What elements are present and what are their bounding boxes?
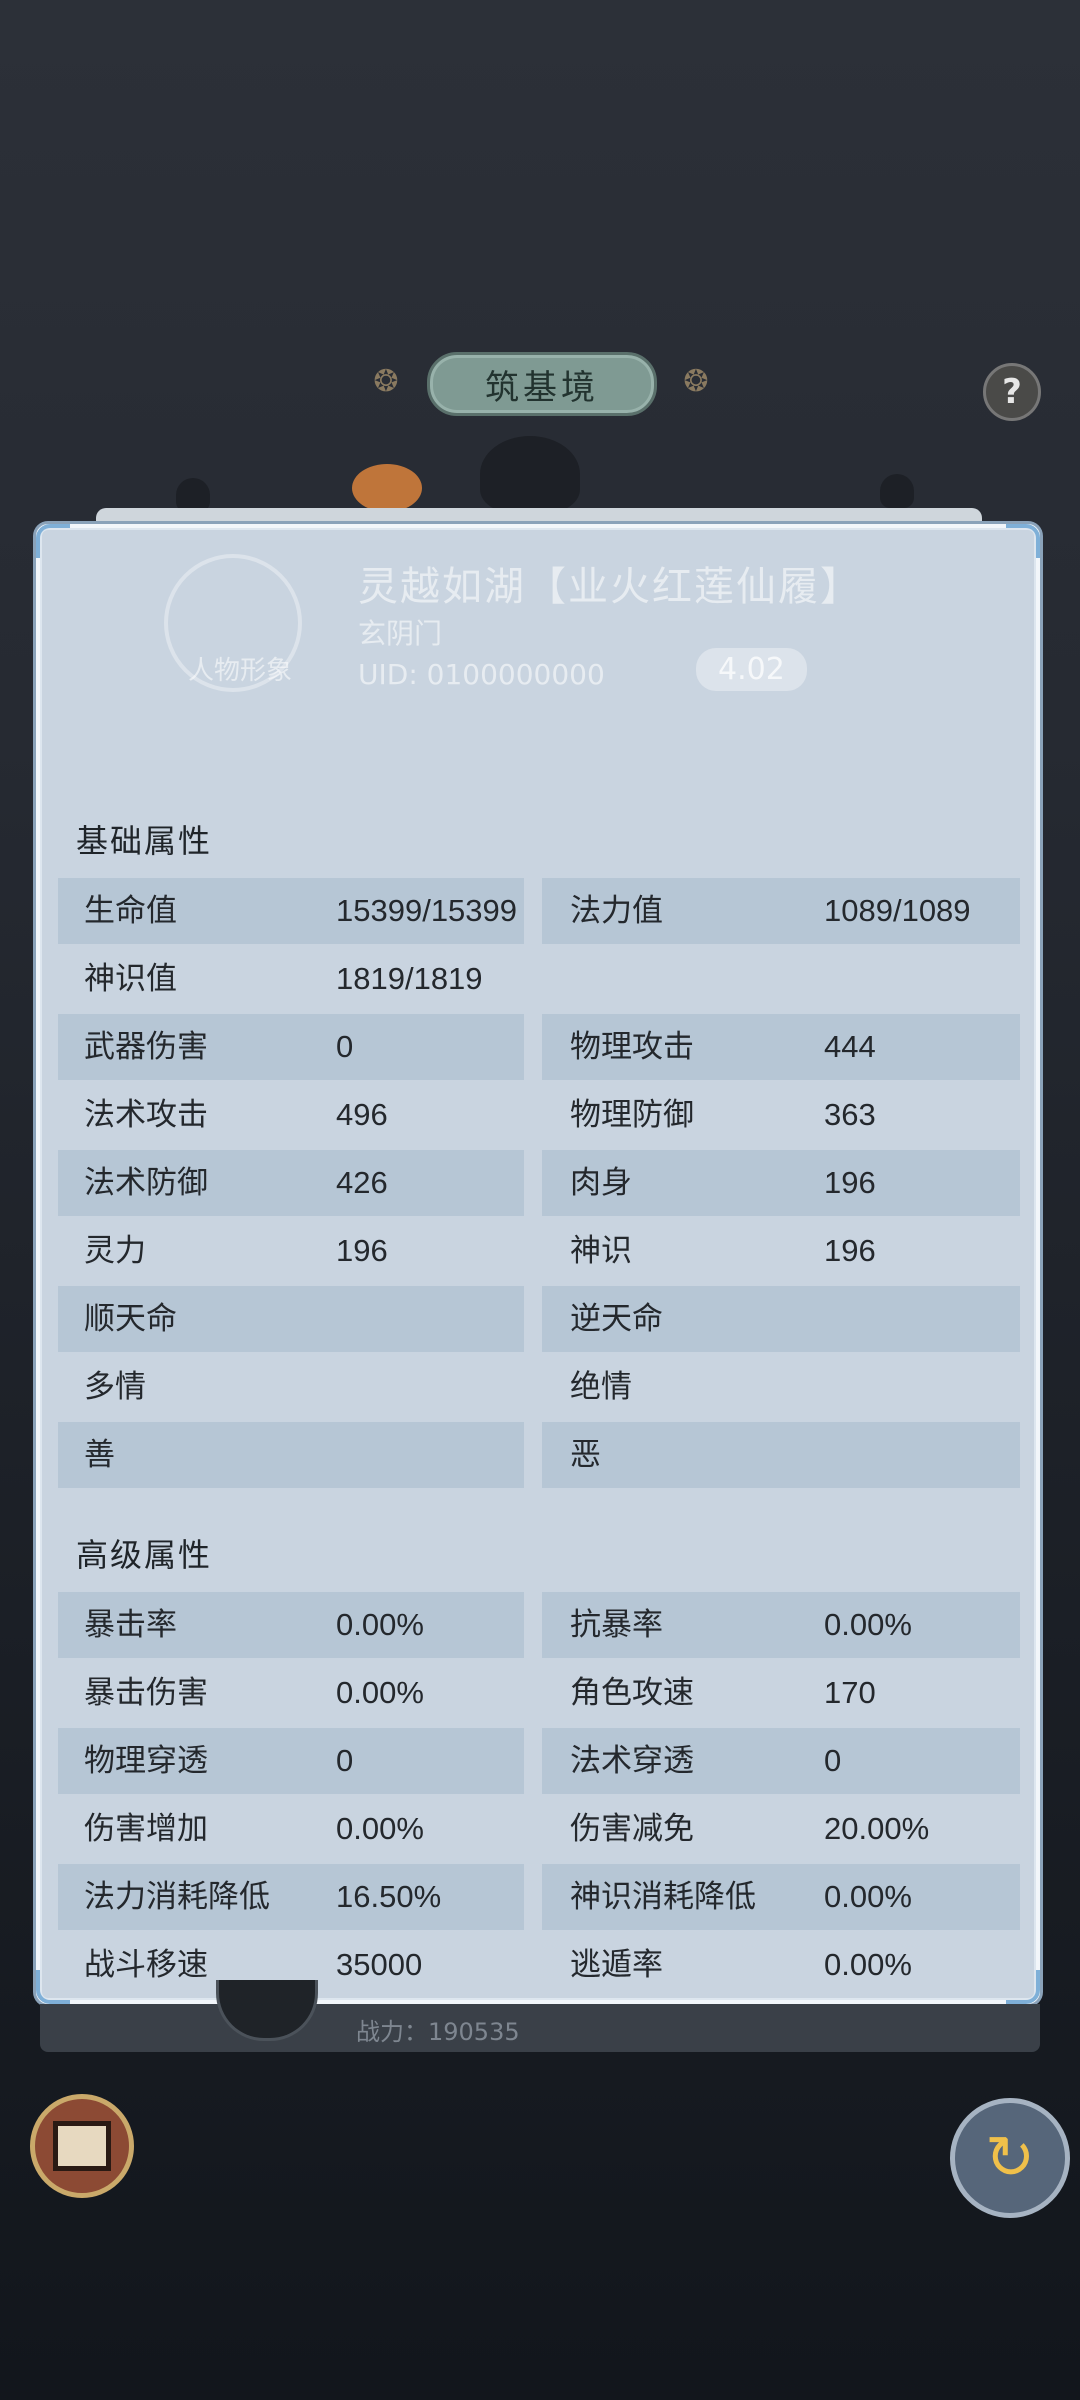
attribute-label: 武器伤害 xyxy=(84,1029,208,1065)
attribute-row: 物理穿透 0 法术穿透 0 xyxy=(58,1728,1024,1796)
attribute-value: 0.00% xyxy=(336,1607,424,1642)
attribute-row: 顺天命 逆天命 xyxy=(58,1286,1024,1354)
character-figure-left xyxy=(176,478,210,512)
attribute-value: 1089/1089 xyxy=(824,893,971,928)
player-uid: UID: 0100000000 xyxy=(358,658,605,691)
attribute-label: 物理攻击 xyxy=(570,1029,694,1065)
attribute-row: 灵力 196 神识 196 xyxy=(58,1218,1024,1286)
attribute-label: 战斗移速 xyxy=(84,1947,208,1983)
attribute-row: 武器伤害 0 物理攻击 444 xyxy=(58,1014,1024,1082)
attribute-label: 灵力 xyxy=(84,1233,146,1269)
cell-background xyxy=(542,946,1020,1012)
attribute-label: 神识消耗降低 xyxy=(570,1879,756,1915)
attribute-row: 暴击率 0.00% 抗暴率 0.00% xyxy=(58,1592,1024,1660)
gate-icon[interactable] xyxy=(30,2094,134,2198)
attribute-value: 196 xyxy=(824,1165,876,1200)
attribute-label: 恶 xyxy=(570,1437,601,1473)
attribute-label: 暴击伤害 xyxy=(84,1675,208,1711)
cell-background xyxy=(542,1422,1020,1488)
advanced-attributes-table: 暴击率 0.00% 抗暴率 0.00% 暴击伤害 0.00% 角色攻速 170 物理穿透 0 法术穿… xyxy=(58,1592,1024,2000)
attribute-value: 170 xyxy=(824,1675,876,1710)
attribute-value: 496 xyxy=(336,1097,388,1132)
attribute-row: 战斗移速 35000 逃遁率 0.00% xyxy=(58,1932,1024,2000)
attribute-label: 物理防御 xyxy=(570,1097,694,1133)
attribute-value: 426 xyxy=(336,1165,388,1200)
attribute-value: 1819/1819 xyxy=(336,961,483,996)
combat-power-text: 战力：190535 xyxy=(356,2018,520,2046)
avatar-label: 人物形象 xyxy=(188,656,293,686)
attribute-value: 0 xyxy=(336,1743,354,1778)
attribute-value: 363 xyxy=(824,1097,876,1132)
attribute-label: 暴击率 xyxy=(84,1607,177,1643)
swirl-icon[interactable]: ↻ xyxy=(950,2098,1070,2218)
attribute-value: 0.00% xyxy=(824,1607,912,1642)
attribute-label: 法力值 xyxy=(570,893,663,929)
attribute-label: 法术穿透 xyxy=(570,1743,694,1779)
attribute-label: 神识 xyxy=(570,1233,632,1269)
cloud-ornament-left-icon[interactable]: ❂ xyxy=(366,362,406,400)
attribute-label: 法力消耗降低 xyxy=(84,1879,270,1915)
flame-decoration xyxy=(352,464,422,512)
realm-title: 筑基境 xyxy=(427,352,657,416)
attribute-row: 法术攻击 496 物理防御 363 xyxy=(58,1082,1024,1150)
attribute-value: 20.00% xyxy=(824,1811,930,1846)
attribute-label: 伤害增加 xyxy=(84,1811,208,1847)
attribute-value: 0 xyxy=(824,1743,842,1778)
panel-corner xyxy=(1006,524,1040,558)
section-title-advanced: 高级属性 xyxy=(76,1536,213,1574)
attribute-value: 196 xyxy=(336,1233,388,1268)
attribute-row: 暴击伤害 0.00% 角色攻速 170 xyxy=(58,1660,1024,1728)
attribute-row: 生命值 15399/15399 法力值 1089/1089 xyxy=(58,878,1024,946)
attribute-label: 生命值 xyxy=(84,893,177,929)
attribute-value: 444 xyxy=(824,1029,876,1064)
power-bar xyxy=(40,2004,1040,2052)
attribute-label: 神识值 xyxy=(84,961,177,997)
panel-corner xyxy=(36,524,70,558)
player-name: 灵越如湖【业火红莲仙履】 xyxy=(358,564,862,610)
attribute-value: 196 xyxy=(824,1233,876,1268)
attribute-label: 角色攻速 xyxy=(570,1675,694,1711)
player-sect: 玄阴门 xyxy=(358,617,443,650)
gate-door-icon xyxy=(53,2121,111,2171)
cell-background xyxy=(58,1422,524,1488)
attribute-row: 神识值 1819/1819 xyxy=(58,946,1024,1014)
attribute-label: 伤害减免 xyxy=(570,1811,694,1847)
attribute-label: 逃遁率 xyxy=(570,1947,663,1983)
cloud-ornament-right-icon[interactable]: ❂ xyxy=(676,362,716,400)
attribute-row: 伤害增加 0.00% 伤害减免 20.00% xyxy=(58,1796,1024,1864)
attribute-label: 逆天命 xyxy=(570,1301,663,1337)
attribute-value: 0.00% xyxy=(336,1675,424,1710)
attribute-label: 抗暴率 xyxy=(570,1607,663,1643)
character-figure-right xyxy=(880,474,914,508)
attribute-row: 善恶 xyxy=(58,1422,1024,1490)
attribute-label: 物理穿透 xyxy=(84,1743,208,1779)
attributes-panel: 人物形象 灵越如湖【业火红莲仙履】 玄阴门 UID: 0100000000 4.… xyxy=(36,524,1040,2004)
attribute-label: 法术攻击 xyxy=(84,1097,208,1133)
attribute-value: 0.00% xyxy=(824,1947,912,1982)
section-title-basic: 基础属性 xyxy=(76,822,213,860)
attribute-label: 多情 xyxy=(84,1369,146,1405)
attribute-value: 15399/15399 xyxy=(336,893,518,928)
character-figure-center xyxy=(480,436,580,512)
power-badge: 4.02 xyxy=(696,648,807,691)
attribute-label: 法术防御 xyxy=(84,1165,208,1201)
attribute-row: 法术防御 426 肉身 196 xyxy=(58,1150,1024,1218)
basic-attributes-table: 生命值 15399/15399 法力值 1089/1089 神识值 1819/1819 武器… xyxy=(58,878,1024,1490)
help-button[interactable]: ? xyxy=(983,363,1041,421)
attribute-row: 法力消耗降低 16.50% 神识消耗降低 0.00% xyxy=(58,1864,1024,1932)
attribute-value: 0.00% xyxy=(824,1879,912,1914)
attribute-label: 绝情 xyxy=(570,1369,632,1405)
attribute-label: 顺天命 xyxy=(84,1301,177,1337)
attribute-value: 0 xyxy=(336,1029,354,1064)
attribute-value: 16.50% xyxy=(336,1879,442,1914)
attribute-label: 善 xyxy=(84,1437,115,1473)
attribute-value: 0.00% xyxy=(336,1811,424,1846)
attribute-label: 肉身 xyxy=(570,1165,632,1201)
attribute-value: 35000 xyxy=(336,1947,423,1982)
attribute-row: 多情 绝情 xyxy=(58,1354,1024,1422)
